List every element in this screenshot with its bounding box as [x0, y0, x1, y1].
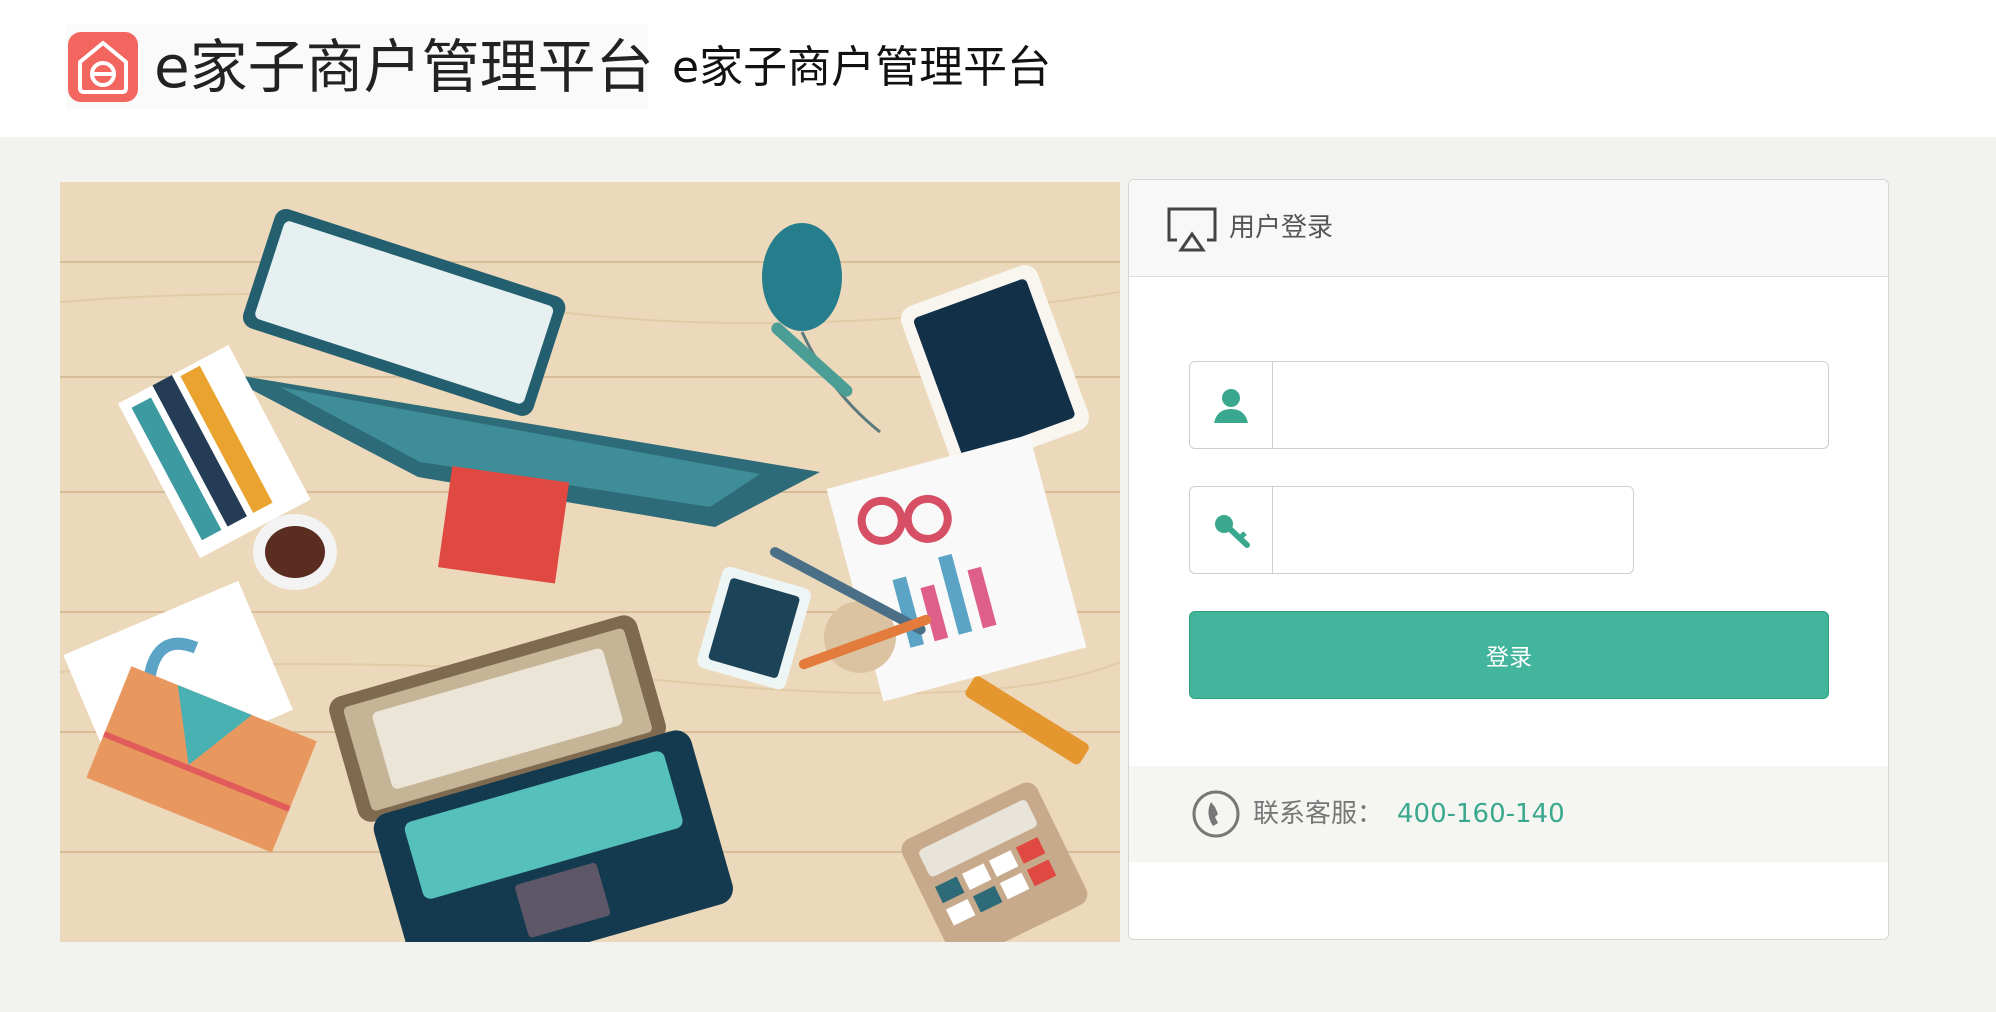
- login-panel: 用户登录 登录 联系客服： 400-160-140: [1128, 179, 1889, 940]
- key-icon: [1190, 487, 1273, 573]
- username-field-group: [1189, 361, 1829, 449]
- user-icon: [1190, 362, 1273, 448]
- presentation-screen-icon: [1167, 207, 1217, 252]
- login-button[interactable]: 登录: [1189, 611, 1829, 699]
- logo[interactable]: e家子商户管理平台: [66, 24, 654, 109]
- password-field-group: [1189, 486, 1634, 574]
- hero-illustration: [60, 182, 1120, 942]
- contact-bar: 联系客服： 400-160-140: [1129, 766, 1888, 862]
- phone-icon: [1191, 789, 1241, 839]
- login-title: 用户登录: [1229, 213, 1334, 243]
- page-header: e家子商户管理平台 e家子商户管理平台: [0, 0, 1996, 137]
- contact-label: 联系客服：: [1253, 799, 1384, 829]
- logo-text: e家子商户管理平台: [154, 33, 654, 101]
- page-title: e家子商户管理平台: [672, 42, 1052, 93]
- house-logo-icon: [68, 32, 138, 102]
- login-panel-header: 用户登录: [1129, 180, 1888, 277]
- username-input[interactable]: [1286, 372, 1820, 438]
- contact-phone[interactable]: 400-160-140: [1397, 796, 1565, 832]
- password-input[interactable]: [1286, 497, 1630, 563]
